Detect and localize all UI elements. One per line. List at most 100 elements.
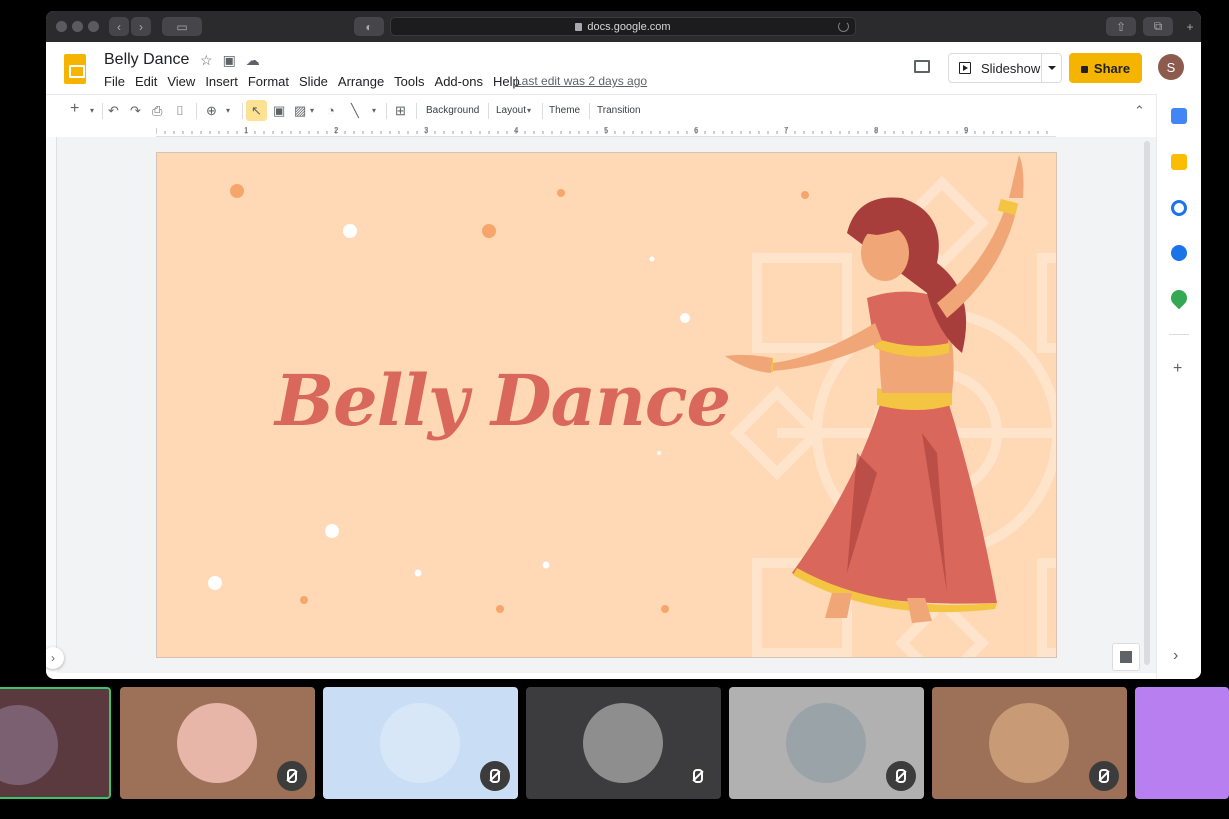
new-slide-dropdown-icon[interactable]: ▾: [90, 106, 94, 115]
menu-insert[interactable]: Insert: [205, 74, 238, 89]
participant-tile[interactable]: [526, 687, 721, 799]
ruler-label: 8: [874, 126, 879, 135]
line-dropdown-icon[interactable]: ▾: [372, 106, 376, 115]
account-avatar[interactable]: S: [1158, 54, 1184, 80]
star-icon[interactable]: ☆: [200, 52, 213, 69]
privacy-shield-button[interactable]: ◐: [354, 17, 384, 36]
theme-button[interactable]: Theme: [549, 105, 580, 116]
document-title[interactable]: Belly Dance: [104, 51, 189, 69]
editing-toolbar: + ▾ ↶ ↷ ⎙ ⌷ ⊕ ▾ ↖ ▣ ▨ ▾ ◔ ╲ ▾ ⊞ Backgrou…: [46, 94, 1156, 126]
menu-bar: File Edit View Insert Format Slide Arran…: [104, 74, 530, 89]
ruler-label: 4: [514, 126, 519, 135]
close-window-button[interactable]: [56, 21, 67, 32]
divider: [102, 103, 103, 119]
browser-window: ‹ › ▭ ◐ docs.google.com ⇧ ⧉ + Belly Danc…: [46, 11, 1201, 679]
sidebar-icon: ▭: [176, 19, 188, 34]
ruler-label: 6: [694, 126, 699, 135]
vertical-scrollbar[interactable]: [1144, 141, 1150, 665]
shape-icon[interactable]: ◔: [327, 103, 335, 118]
explore-button[interactable]: [1112, 643, 1140, 671]
participant-avatar: [989, 703, 1069, 783]
background-button[interactable]: Background: [426, 105, 479, 116]
mic-off-icon: [277, 761, 307, 791]
tasks-icon[interactable]: [1171, 200, 1187, 216]
mic-off-icon: [1089, 761, 1119, 791]
select-arrow-icon[interactable]: ↖: [246, 100, 267, 121]
layout-button[interactable]: Layout: [496, 105, 526, 116]
collapse-toolbar-icon[interactable]: ⌃: [1134, 103, 1145, 119]
slide-title-text[interactable]: Belly Dance: [275, 359, 731, 442]
divider: [196, 103, 197, 119]
participant-tile[interactable]: [932, 687, 1127, 799]
maps-icon[interactable]: [1167, 286, 1191, 310]
slide[interactable]: Belly Dance: [156, 152, 1057, 658]
share-page-button[interactable]: ⇧: [1106, 17, 1136, 36]
minimize-window-button[interactable]: [72, 21, 83, 32]
layout-dropdown-icon[interactable]: ▾: [527, 106, 531, 115]
redo-icon[interactable]: ↷: [130, 103, 141, 119]
participant-avatar: [380, 703, 460, 783]
cloud-status-icon[interactable]: ☁: [246, 52, 260, 69]
tabs-icon: ⧉: [1153, 19, 1163, 33]
chevron-right-icon: ›: [51, 651, 55, 665]
divider: [488, 103, 489, 119]
image-icon[interactable]: ▨: [294, 103, 306, 119]
participant-tile[interactable]: [120, 687, 315, 799]
move-folder-icon[interactable]: ▣: [223, 52, 236, 69]
slideshow-button[interactable]: Slideshow: [948, 53, 1062, 83]
image-dropdown-icon[interactable]: ▾: [310, 106, 314, 115]
new-slide-icon[interactable]: +: [70, 100, 79, 118]
divider: [542, 103, 543, 119]
address-bar[interactable]: docs.google.com: [390, 17, 856, 36]
slideshow-label: Slideshow: [981, 60, 1041, 76]
reload-icon[interactable]: [838, 21, 849, 32]
calendar-icon[interactable]: [1171, 108, 1187, 124]
participant-tile[interactable]: [729, 687, 924, 799]
menu-addons[interactable]: Add-ons: [435, 74, 483, 89]
slideshow-dropdown-icon[interactable]: [1048, 66, 1056, 70]
share-button[interactable]: Share: [1069, 53, 1142, 83]
menu-slide[interactable]: Slide: [299, 74, 328, 89]
menu-file[interactable]: File: [104, 74, 125, 89]
participant-tile[interactable]: [1135, 687, 1229, 799]
contacts-icon[interactable]: [1171, 245, 1187, 261]
participant-tile-self[interactable]: [0, 687, 111, 799]
chevron-right-icon[interactable]: ›: [1173, 647, 1178, 665]
tabs-overview-button[interactable]: ⧉: [1143, 17, 1173, 36]
new-tab-button[interactable]: +: [1180, 17, 1200, 36]
sidebar-toggle-button[interactable]: ▭: [162, 17, 202, 36]
add-addon-icon[interactable]: +: [1173, 360, 1182, 378]
text-box-icon[interactable]: ▣: [273, 103, 285, 119]
zoom-window-button[interactable]: [88, 21, 99, 32]
app-header: Belly Dance ☆ ▣ ☁ File Edit View Insert …: [46, 42, 1201, 94]
video-call-gallery: [0, 687, 1229, 799]
zoom-icon[interactable]: ⊕: [206, 103, 217, 119]
mic-off-icon: [683, 761, 713, 791]
forward-button[interactable]: ›: [131, 17, 151, 36]
last-edit-link[interactable]: Last edit was 2 days ago: [515, 74, 647, 88]
undo-icon[interactable]: ↶: [108, 103, 119, 119]
menu-view[interactable]: View: [167, 74, 195, 89]
menu-format[interactable]: Format: [248, 74, 289, 89]
paint-format-icon[interactable]: ⌷: [176, 103, 184, 119]
participant-tile[interactable]: [323, 687, 518, 799]
participant-avatar: [0, 705, 58, 785]
print-icon[interactable]: ⎙: [152, 103, 162, 119]
menu-arrange[interactable]: Arrange: [338, 74, 384, 89]
back-button[interactable]: ‹: [109, 17, 129, 36]
chevron-right-icon: ›: [139, 19, 143, 34]
participant-avatar: [583, 703, 663, 783]
transition-button[interactable]: Transition: [597, 105, 641, 116]
slides-logo-icon[interactable]: [64, 54, 86, 84]
line-icon[interactable]: ╲: [351, 103, 359, 119]
zoom-dropdown-icon[interactable]: ▾: [226, 106, 230, 115]
divider: [1041, 54, 1042, 82]
keep-icon[interactable]: [1171, 154, 1187, 170]
menu-edit[interactable]: Edit: [135, 74, 157, 89]
ruler-label: 9: [964, 126, 969, 135]
ruler-label: 2: [334, 126, 339, 135]
menu-tools[interactable]: Tools: [394, 74, 424, 89]
add-comment-icon[interactable]: ⊞: [395, 103, 406, 119]
comment-history-icon[interactable]: [914, 60, 930, 73]
divider: [386, 103, 387, 119]
